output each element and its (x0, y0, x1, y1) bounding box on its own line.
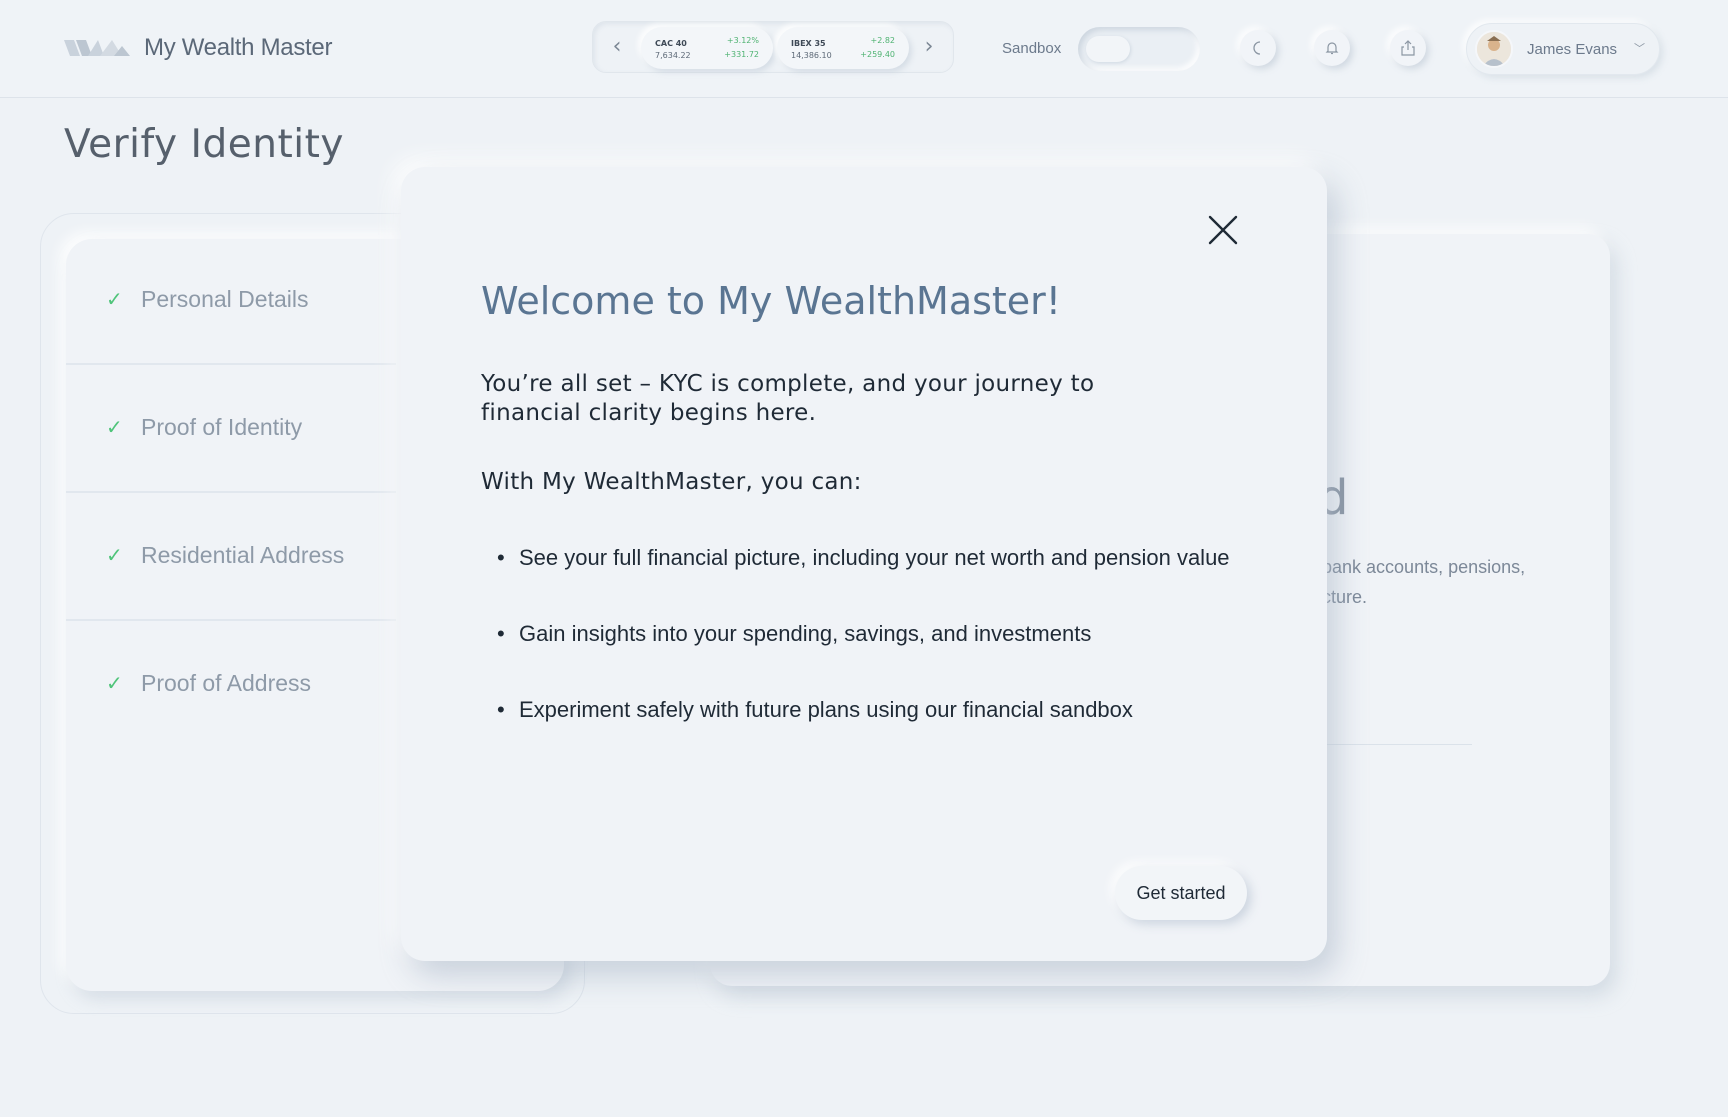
avatar (1475, 30, 1513, 68)
app-name: My Wealth Master (144, 34, 333, 61)
user-name: James Evans (1527, 41, 1618, 58)
modal-intro: You’re all set – KYC is complete, and yo… (481, 371, 1095, 426)
chevron-left-icon[interactable]: ‹ (605, 35, 629, 59)
sandbox-toggle[interactable] (1078, 27, 1200, 71)
step-label: Proof of Identity (141, 414, 303, 440)
modal-title: Welcome to My WealthMaster! (481, 279, 1062, 323)
dark-mode-button[interactable] (1240, 30, 1276, 66)
ticker-percent: +2.82 (870, 36, 895, 45)
step-proof-of-address[interactable]: ✓ Proof of Address (66, 621, 396, 749)
step-personal-details[interactable]: ✓ Personal Details (66, 237, 396, 365)
notifications-button[interactable] (1314, 30, 1350, 66)
user-menu[interactable]: James Evans ﹀ (1466, 23, 1660, 75)
ticker-price: 7,634.22 (655, 51, 691, 60)
chevron-down-icon: ﹀ (1634, 42, 1645, 55)
check-icon: ✓ (106, 543, 123, 567)
close-icon[interactable] (1207, 214, 1239, 246)
check-icon: ✓ (106, 415, 123, 439)
logo-icon (64, 40, 130, 56)
step-residential-address[interactable]: ✓ Residential Address (66, 493, 396, 621)
description-line: cture. (1322, 587, 1368, 607)
moon-icon (1253, 41, 1261, 55)
list-item: Experiment safely with future plans usin… (497, 691, 1237, 729)
ticker-change: +331.72 (724, 50, 759, 59)
list-item: Gain insights into your spending, saving… (497, 615, 1237, 653)
toggle-knob (1086, 36, 1130, 62)
sandbox-label: Sandbox (1002, 40, 1062, 57)
divider (1322, 744, 1472, 745)
ticker-item[interactable]: CAC 40 7,634.22 +3.12% +331.72 (641, 27, 773, 69)
welcome-modal: Welcome to My WealthMaster! You’re all s… (401, 167, 1327, 961)
feature-list: See your full financial picture, includi… (497, 539, 1237, 767)
ticker-price: 14,386.10 (791, 51, 832, 60)
brand[interactable]: My Wealth Master (64, 34, 332, 62)
ticker-change: +259.40 (860, 50, 895, 59)
ticker-symbol: CAC 40 (655, 39, 687, 48)
list-item: See your full financial picture, includi… (497, 539, 1237, 577)
bell-icon (1325, 42, 1339, 55)
check-icon: ✓ (106, 287, 123, 311)
step-label: Residential Address (141, 542, 345, 568)
chevron-right-icon[interactable]: › (917, 35, 941, 59)
check-icon: ✓ (106, 671, 123, 695)
ticker-symbol: IBEX 35 (791, 39, 826, 48)
modal-lead: With My WealthMaster, you can: (481, 469, 862, 495)
share-button[interactable] (1390, 30, 1426, 66)
completion-description: bank accounts, pensions, cture. (1322, 552, 1525, 612)
step-label: Personal Details (141, 286, 309, 312)
step-proof-of-identity[interactable]: ✓ Proof of Identity (66, 365, 396, 493)
share-icon (1401, 40, 1415, 56)
step-label: Proof of Address (141, 670, 312, 696)
ticker-percent: +3.12% (726, 36, 759, 45)
market-ticker: ‹ CAC 40 7,634.22 +3.12% +331.72 IBEX 35… (592, 21, 954, 73)
description-line: bank accounts, pensions, (1322, 557, 1526, 577)
ticker-item[interactable]: IBEX 35 14,386.10 +2.82 +259.40 (777, 27, 909, 69)
top-bar: My Wealth Master ‹ CAC 40 7,634.22 +3.12… (0, 0, 1728, 98)
page-title: Verify Identity (64, 122, 345, 167)
get-started-button[interactable]: Get started (1115, 866, 1247, 920)
